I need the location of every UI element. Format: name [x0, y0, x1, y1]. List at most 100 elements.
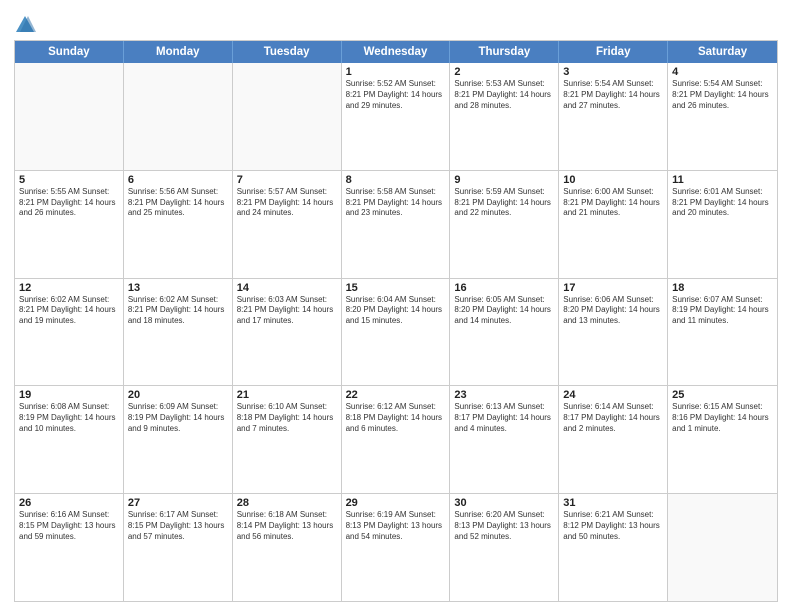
- day-info: Sunrise: 6:04 AM Sunset: 8:20 PM Dayligh…: [346, 295, 446, 327]
- day-info: Sunrise: 6:16 AM Sunset: 8:15 PM Dayligh…: [19, 510, 119, 542]
- day-number: 7: [237, 174, 337, 186]
- calendar-row: 5Sunrise: 5:55 AM Sunset: 8:21 PM Daylig…: [15, 171, 777, 279]
- day-info: Sunrise: 6:09 AM Sunset: 8:19 PM Dayligh…: [128, 402, 228, 434]
- day-number: 29: [346, 497, 446, 509]
- calendar-cell: 25Sunrise: 6:15 AM Sunset: 8:16 PM Dayli…: [668, 386, 777, 493]
- calendar-body: 1Sunrise: 5:52 AM Sunset: 8:21 PM Daylig…: [15, 63, 777, 601]
- day-number: 20: [128, 389, 228, 401]
- calendar-cell: 28Sunrise: 6:18 AM Sunset: 8:14 PM Dayli…: [233, 494, 342, 601]
- logo: [14, 12, 40, 36]
- day-info: Sunrise: 6:01 AM Sunset: 8:21 PM Dayligh…: [672, 187, 773, 219]
- calendar-cell: 3Sunrise: 5:54 AM Sunset: 8:21 PM Daylig…: [559, 63, 668, 170]
- day-info: Sunrise: 5:59 AM Sunset: 8:21 PM Dayligh…: [454, 187, 554, 219]
- calendar-row: 1Sunrise: 5:52 AM Sunset: 8:21 PM Daylig…: [15, 63, 777, 171]
- calendar-cell: [233, 63, 342, 170]
- calendar-cell: 21Sunrise: 6:10 AM Sunset: 8:18 PM Dayli…: [233, 386, 342, 493]
- day-number: 9: [454, 174, 554, 186]
- calendar-row: 12Sunrise: 6:02 AM Sunset: 8:21 PM Dayli…: [15, 279, 777, 387]
- day-info: Sunrise: 6:19 AM Sunset: 8:13 PM Dayligh…: [346, 510, 446, 542]
- weekday-header: Sunday: [15, 41, 124, 63]
- weekday-header: Tuesday: [233, 41, 342, 63]
- day-info: Sunrise: 6:05 AM Sunset: 8:20 PM Dayligh…: [454, 295, 554, 327]
- weekday-header: Thursday: [450, 41, 559, 63]
- day-number: 28: [237, 497, 337, 509]
- day-info: Sunrise: 5:53 AM Sunset: 8:21 PM Dayligh…: [454, 79, 554, 111]
- header: [14, 10, 778, 36]
- weekday-header: Wednesday: [342, 41, 451, 63]
- day-number: 3: [563, 66, 663, 78]
- day-number: 1: [346, 66, 446, 78]
- calendar-cell: 8Sunrise: 5:58 AM Sunset: 8:21 PM Daylig…: [342, 171, 451, 278]
- day-info: Sunrise: 6:00 AM Sunset: 8:21 PM Dayligh…: [563, 187, 663, 219]
- calendar-cell: 9Sunrise: 5:59 AM Sunset: 8:21 PM Daylig…: [450, 171, 559, 278]
- calendar-row: 26Sunrise: 6:16 AM Sunset: 8:15 PM Dayli…: [15, 494, 777, 601]
- calendar-cell: 15Sunrise: 6:04 AM Sunset: 8:20 PM Dayli…: [342, 279, 451, 386]
- calendar-cell: 29Sunrise: 6:19 AM Sunset: 8:13 PM Dayli…: [342, 494, 451, 601]
- calendar-cell: 20Sunrise: 6:09 AM Sunset: 8:19 PM Dayli…: [124, 386, 233, 493]
- day-info: Sunrise: 6:02 AM Sunset: 8:21 PM Dayligh…: [19, 295, 119, 327]
- day-info: Sunrise: 5:55 AM Sunset: 8:21 PM Dayligh…: [19, 187, 119, 219]
- day-number: 2: [454, 66, 554, 78]
- weekday-header: Friday: [559, 41, 668, 63]
- calendar-cell: 17Sunrise: 6:06 AM Sunset: 8:20 PM Dayli…: [559, 279, 668, 386]
- calendar-cell: [15, 63, 124, 170]
- day-number: 8: [346, 174, 446, 186]
- calendar-cell: 5Sunrise: 5:55 AM Sunset: 8:21 PM Daylig…: [15, 171, 124, 278]
- day-number: 31: [563, 497, 663, 509]
- day-number: 30: [454, 497, 554, 509]
- calendar-cell: 6Sunrise: 5:56 AM Sunset: 8:21 PM Daylig…: [124, 171, 233, 278]
- day-info: Sunrise: 6:02 AM Sunset: 8:21 PM Dayligh…: [128, 295, 228, 327]
- day-number: 21: [237, 389, 337, 401]
- weekday-header: Saturday: [668, 41, 777, 63]
- day-info: Sunrise: 6:12 AM Sunset: 8:18 PM Dayligh…: [346, 402, 446, 434]
- page: SundayMondayTuesdayWednesdayThursdayFrid…: [0, 0, 792, 612]
- day-number: 6: [128, 174, 228, 186]
- day-info: Sunrise: 5:52 AM Sunset: 8:21 PM Dayligh…: [346, 79, 446, 111]
- day-info: Sunrise: 5:56 AM Sunset: 8:21 PM Dayligh…: [128, 187, 228, 219]
- calendar-cell: 11Sunrise: 6:01 AM Sunset: 8:21 PM Dayli…: [668, 171, 777, 278]
- day-info: Sunrise: 5:57 AM Sunset: 8:21 PM Dayligh…: [237, 187, 337, 219]
- day-number: 15: [346, 282, 446, 294]
- calendar-cell: 14Sunrise: 6:03 AM Sunset: 8:21 PM Dayli…: [233, 279, 342, 386]
- calendar-cell: 31Sunrise: 6:21 AM Sunset: 8:12 PM Dayli…: [559, 494, 668, 601]
- day-number: 14: [237, 282, 337, 294]
- calendar-cell: 26Sunrise: 6:16 AM Sunset: 8:15 PM Dayli…: [15, 494, 124, 601]
- day-number: 16: [454, 282, 554, 294]
- logo-icon: [14, 14, 36, 36]
- weekday-header: Monday: [124, 41, 233, 63]
- calendar-cell: 23Sunrise: 6:13 AM Sunset: 8:17 PM Dayli…: [450, 386, 559, 493]
- day-info: Sunrise: 6:06 AM Sunset: 8:20 PM Dayligh…: [563, 295, 663, 327]
- calendar-row: 19Sunrise: 6:08 AM Sunset: 8:19 PM Dayli…: [15, 386, 777, 494]
- day-info: Sunrise: 6:18 AM Sunset: 8:14 PM Dayligh…: [237, 510, 337, 542]
- day-number: 11: [672, 174, 773, 186]
- day-number: 19: [19, 389, 119, 401]
- day-info: Sunrise: 6:10 AM Sunset: 8:18 PM Dayligh…: [237, 402, 337, 434]
- calendar-cell: 13Sunrise: 6:02 AM Sunset: 8:21 PM Dayli…: [124, 279, 233, 386]
- calendar-cell: 16Sunrise: 6:05 AM Sunset: 8:20 PM Dayli…: [450, 279, 559, 386]
- calendar-cell: [124, 63, 233, 170]
- day-info: Sunrise: 6:03 AM Sunset: 8:21 PM Dayligh…: [237, 295, 337, 327]
- day-info: Sunrise: 6:07 AM Sunset: 8:19 PM Dayligh…: [672, 295, 773, 327]
- day-number: 27: [128, 497, 228, 509]
- calendar-cell: 22Sunrise: 6:12 AM Sunset: 8:18 PM Dayli…: [342, 386, 451, 493]
- day-info: Sunrise: 6:14 AM Sunset: 8:17 PM Dayligh…: [563, 402, 663, 434]
- calendar-cell: 19Sunrise: 6:08 AM Sunset: 8:19 PM Dayli…: [15, 386, 124, 493]
- day-number: 24: [563, 389, 663, 401]
- calendar-cell: [668, 494, 777, 601]
- calendar-cell: 12Sunrise: 6:02 AM Sunset: 8:21 PM Dayli…: [15, 279, 124, 386]
- day-number: 22: [346, 389, 446, 401]
- day-number: 17: [563, 282, 663, 294]
- calendar-cell: 4Sunrise: 5:54 AM Sunset: 8:21 PM Daylig…: [668, 63, 777, 170]
- calendar-header: SundayMondayTuesdayWednesdayThursdayFrid…: [15, 41, 777, 63]
- day-info: Sunrise: 6:13 AM Sunset: 8:17 PM Dayligh…: [454, 402, 554, 434]
- calendar-cell: 1Sunrise: 5:52 AM Sunset: 8:21 PM Daylig…: [342, 63, 451, 170]
- calendar-cell: 24Sunrise: 6:14 AM Sunset: 8:17 PM Dayli…: [559, 386, 668, 493]
- day-number: 10: [563, 174, 663, 186]
- day-number: 23: [454, 389, 554, 401]
- day-info: Sunrise: 6:21 AM Sunset: 8:12 PM Dayligh…: [563, 510, 663, 542]
- calendar-cell: 10Sunrise: 6:00 AM Sunset: 8:21 PM Dayli…: [559, 171, 668, 278]
- calendar-cell: 7Sunrise: 5:57 AM Sunset: 8:21 PM Daylig…: [233, 171, 342, 278]
- calendar-cell: 2Sunrise: 5:53 AM Sunset: 8:21 PM Daylig…: [450, 63, 559, 170]
- day-number: 25: [672, 389, 773, 401]
- day-info: Sunrise: 5:54 AM Sunset: 8:21 PM Dayligh…: [563, 79, 663, 111]
